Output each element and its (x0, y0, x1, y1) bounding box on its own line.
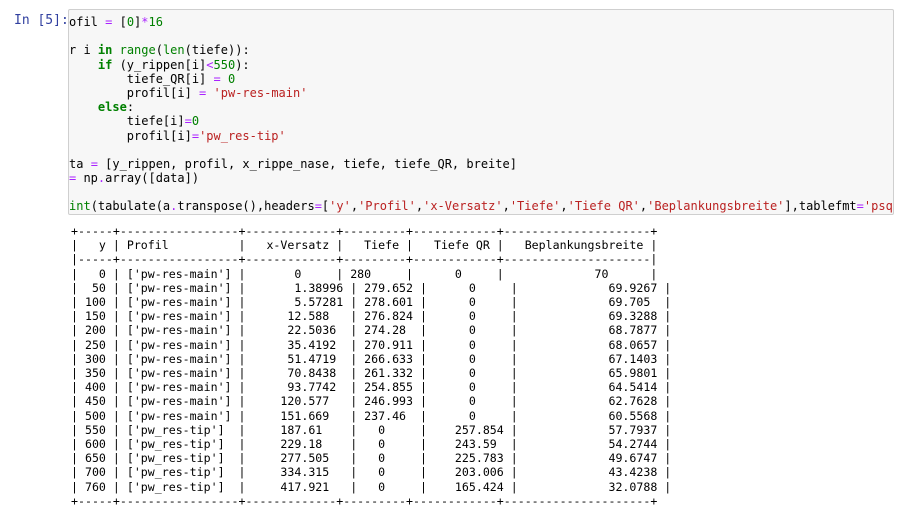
code-token: [ (112, 15, 127, 29)
code-line: tiefe_QR[i] = 0 (69, 71, 893, 86)
code-token: 16 (148, 15, 163, 29)
code-token: : (126, 100, 135, 115)
output-line: | 300 | ['pw-res-main'] | 51.4719 | 266.… (71, 351, 672, 366)
code-token: transpose(),headers (177, 199, 315, 214)
code-token: 'pw_res-tip' (199, 128, 286, 143)
code-token: ( (155, 43, 163, 58)
output-line: | 250 | ['pw-res-main'] | 35.4192 | 270.… (71, 337, 672, 352)
code-token: int (69, 199, 91, 214)
output-line: +-----+-----------------+-------------+-… (71, 493, 658, 508)
code-line: r i in range(len(tiefe)): (69, 43, 893, 58)
code-token: tiefe_QR[i] (69, 71, 214, 86)
code-token: 'Profil' (358, 199, 416, 214)
output-line: | 350 | ['pw-res-main'] | 70.8438 | 261.… (71, 366, 672, 381)
output-line: | 600 | ['pw_res-tip'] | 229.18 | 0 | 24… (71, 437, 672, 452)
code-token: if (97, 57, 113, 72)
code-token: 0 (191, 114, 200, 129)
code-token: = (213, 71, 221, 86)
code-token: , (350, 199, 359, 214)
code-token: = (90, 156, 98, 171)
code-token: ],tablefmt (784, 199, 857, 214)
code-line: else: (69, 100, 893, 115)
code-token: 'Tiefe' (509, 199, 561, 214)
code-token: (tiefe)): (184, 43, 250, 58)
code-token: 550 (213, 57, 236, 72)
output-line: | 50 | ['pw-res-main'] | 1.38996 | 279.6… (71, 280, 672, 295)
code-token: = (69, 171, 84, 186)
code-token: profil[i] (69, 85, 200, 100)
code-token: , (560, 199, 568, 214)
output-line: +-----+-----------------+-------------+-… (71, 224, 658, 238)
code-token: profil[i] (69, 128, 192, 143)
code-token: 0 (126, 15, 135, 29)
code-token: = (191, 128, 200, 143)
code-token: tiefe[i] (69, 114, 185, 129)
code-token: array([data]) (105, 171, 200, 186)
code-token: , (502, 199, 510, 214)
code-line: int(tabulate(a.transpose(),headers=['y',… (69, 199, 893, 214)
code-token: r i (69, 43, 98, 58)
code-token: 'pw-res-main' (213, 85, 308, 100)
output-line: | 700 | ['pw_res-tip'] | 334.315 | 0 | 2… (71, 465, 672, 480)
code-token: 'psql' (863, 199, 893, 214)
code-cell-input[interactable]: ofil = [0]*16 r i in range(len(tiefe)): … (68, 9, 894, 215)
output-line: | 200 | ['pw-res-main'] | 22.5036 | 274.… (71, 323, 672, 338)
code-token: [y_rippen, profil, x_rippe_nase, tiefe, … (97, 156, 517, 171)
output-line: | 500 | ['pw-res-main'] | 151.669 | 237.… (71, 408, 672, 423)
code-token: (y_rippen[i] (112, 57, 207, 72)
code-token: range (119, 43, 156, 58)
code-token: len (162, 43, 185, 58)
code-token: np (83, 171, 98, 186)
code-token: = (314, 199, 322, 214)
code-token: 'y' (329, 199, 351, 214)
code-token: in (97, 43, 113, 58)
code-editor[interactable]: ofil = [0]*16 r i in range(len(tiefe)): … (69, 15, 893, 214)
code-token: = (856, 199, 864, 214)
output-line: | 100 | ['pw-res-main'] | 5.57281 | 278.… (71, 295, 672, 310)
code-token: ta (69, 156, 91, 171)
code-token: else (97, 100, 127, 115)
cell-prompt: In [5]: (14, 13, 69, 28)
cell-output: +-----+-----------------+-------------+-… (71, 224, 671, 508)
code-token: < (206, 57, 214, 72)
output-line: | 760 | ['pw_res-tip'] | 417.921 | 0 | 1… (71, 479, 672, 494)
output-line: | 650 | ['pw_res-tip'] | 277.505 | 0 | 2… (71, 451, 672, 466)
output-line: | 550 | ['pw_res-tip'] | 187.61 | 0 | 25… (71, 422, 672, 437)
code-line: tiefe[i]=0 (69, 114, 893, 129)
code-token: 0 (227, 71, 236, 86)
code-line: ofil = [0]*16 (69, 15, 893, 29)
code-token: = (184, 114, 192, 129)
code-token: 'x-Versatz' (423, 199, 503, 214)
output-line: |-----+-----------------+-------------+-… (71, 252, 658, 267)
code-line: ta = [y_rippen, profil, x_rippe_nase, ti… (69, 156, 893, 171)
output-line: | 0 | ['pw-res-main'] | 0 | 280 | 0 | 70… (71, 266, 658, 281)
code-token: 'Beplankungsbreite' (647, 199, 785, 214)
code-token: ): (235, 57, 250, 72)
code-line: = np.array([data]) (69, 171, 893, 186)
output-line: | 150 | ['pw-res-main'] | 12.588 | 276.8… (71, 309, 672, 324)
code-token: ofil (69, 15, 106, 29)
code-token: 'Tiefe QR' (567, 199, 640, 214)
output-line: | y | Profil | x-Versatz | Tiefe | Tiefe… (71, 238, 658, 253)
code-token: * (141, 15, 149, 29)
output-line: | 400 | ['pw-res-main'] | 93.7742 | 254.… (71, 380, 672, 395)
code-line: profil[i]='pw_res-tip' (69, 128, 893, 143)
code-token: (tabulate(a (90, 199, 171, 214)
code-line: if (y_rippen[i]<550): (69, 57, 893, 72)
output-line: | 450 | ['pw-res-main'] | 120.577 | 246.… (71, 394, 672, 409)
code-line: profil[i] = 'pw-res-main' (69, 85, 893, 100)
